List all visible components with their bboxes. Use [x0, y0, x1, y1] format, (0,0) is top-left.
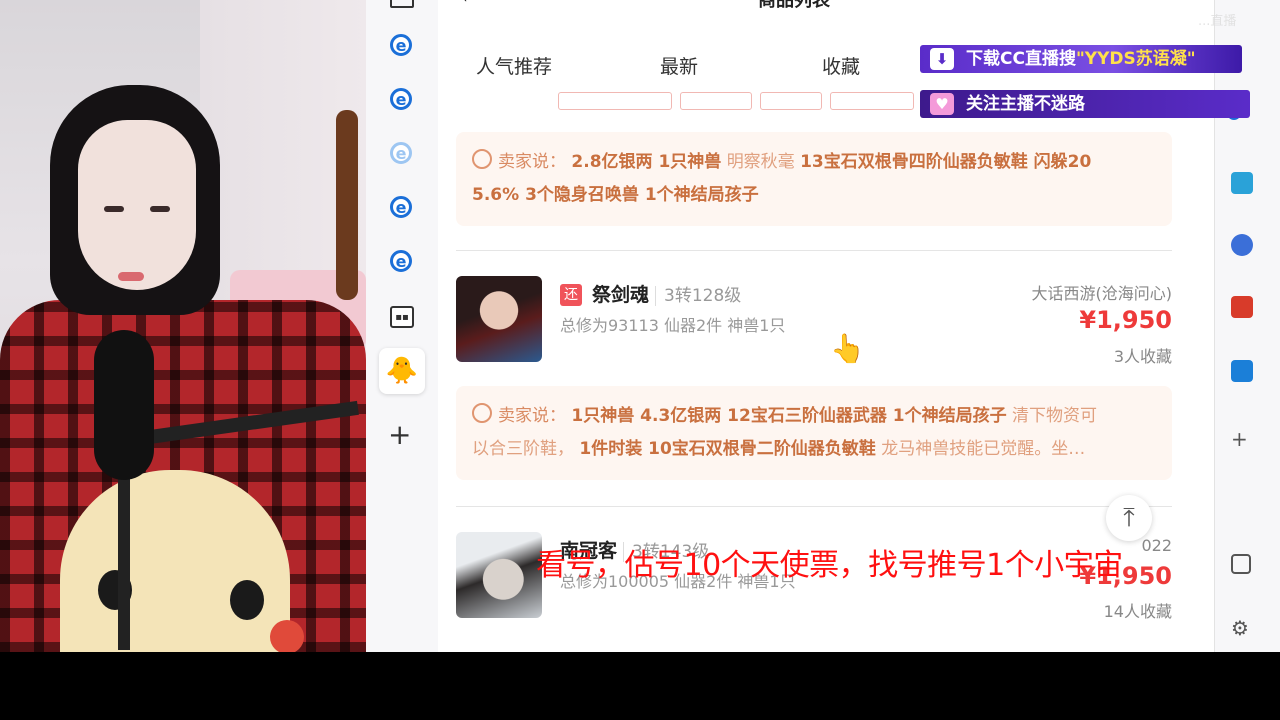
platform-watermark: ...直播 [1198, 14, 1237, 29]
eye [104, 206, 124, 212]
hand-cursor-icon: 👆 [830, 332, 865, 365]
outlook-icon[interactable] [1231, 360, 1253, 382]
microphone [94, 330, 154, 480]
eye [150, 206, 170, 212]
download-icon: ⬇ [930, 48, 954, 70]
item-favorites: 3人收藏 [1113, 347, 1172, 366]
edge-browser-icon[interactable]: e [390, 88, 412, 110]
item-price: ¥1,950 [1079, 306, 1172, 334]
duck-app-icon[interactable]: 🐥 [379, 348, 425, 394]
bottom-bar [0, 652, 1280, 720]
seller-label: 卖家说： [498, 152, 566, 172]
edge-browser-icon[interactable]: e [390, 250, 412, 272]
people-icon[interactable] [1231, 234, 1253, 256]
banner-highlight: "YYDS苏语凝" [1075, 49, 1196, 69]
banner-text: 关注主播不迷路 [966, 94, 1085, 114]
edge-browser-icon[interactable]: e [390, 142, 412, 164]
exit-icon[interactable] [1231, 554, 1251, 574]
seller-text: 明察秋毫 [726, 152, 795, 172]
office-icon[interactable] [1231, 296, 1253, 318]
follow-banner: ♥ 关注主播不迷路 [920, 90, 1250, 118]
seller-note: 卖家说： 1只神兽 4.3亿银两 12宝石三阶仙器武器 1个神结局孩子 清下物资… [456, 386, 1172, 480]
seller-text: 1件时装 10宝石双根骨二阶仙器负敏鞋 [579, 439, 876, 459]
back-to-top-button[interactable]: ⤒ [1106, 495, 1152, 541]
lips [118, 272, 144, 281]
download-banner: ⬇ 下载CC直播搜"YYDS苏语凝" [920, 45, 1242, 73]
guitar [336, 110, 358, 300]
window-icon[interactable] [390, 0, 414, 8]
back-arrow-icon[interactable]: ‹ [460, 0, 468, 8]
chat-icon [472, 403, 492, 423]
item-avatar[interactable] [456, 532, 542, 618]
seller-text: 1只神兽 4.3亿银两 12宝石三阶仙器武器 1个神结局孩子 [571, 406, 1007, 426]
tab-latest[interactable]: 最新 [660, 52, 698, 79]
mic-stand [118, 470, 130, 650]
edge-browser-icon[interactable]: e [390, 196, 412, 218]
seller-text: 以合三阶鞋， [472, 439, 574, 459]
page-title: 商品列表 [758, 0, 830, 11]
return-badge: 还 [560, 284, 582, 306]
divider [456, 506, 1172, 507]
item-level: 3转128级 [655, 286, 742, 306]
streamer-webcam [0, 0, 366, 652]
seller-text: 5.6% 3个隐身召唤兽 1个神结局孩子 [472, 185, 759, 205]
chat-icon [472, 149, 492, 169]
calendar-icon[interactable]: ▪▪ [390, 306, 414, 328]
toolbox-icon[interactable] [1231, 172, 1253, 194]
edge-browser-icon[interactable]: e [390, 34, 412, 56]
seller-note: 卖家说： 2.8亿银两 1只神兽 明察秋毫 13宝石双根骨四阶仙器负敏鞋 闪躲2… [456, 132, 1172, 226]
tab-popular[interactable]: 人气推荐 [476, 52, 552, 79]
seller-text: 2.8亿银两 1只神兽 [571, 152, 722, 172]
seller-text: 龙马神兽技能已觉醒。坐… [881, 439, 1086, 459]
plush-cheek [270, 620, 304, 652]
item-server: 大话西游(沧海问心) [1031, 284, 1173, 303]
face [78, 120, 196, 290]
item-favorites: 14人收藏 [1103, 602, 1172, 621]
seller-text: 13宝石双根骨四阶仙器负敏鞋 闪躲20 [800, 152, 1092, 172]
left-toolbar: e e e e e ▪▪ 🐥 + [366, 0, 439, 652]
tab-favorites[interactable]: 收藏 [822, 52, 860, 79]
item-title[interactable]: 还祭剑魂 3转128级 [560, 280, 742, 307]
settings-gear-icon[interactable]: ⚙ [1231, 616, 1253, 640]
heart-icon: ♥ [930, 93, 954, 115]
stream-subtitle: 看号，估号10个天使票，找号推号1个小宇宙 [536, 548, 1123, 583]
seller-text: 清下物资可 [1012, 406, 1097, 426]
divider [456, 250, 1172, 251]
item-name: 祭剑魂 [592, 284, 650, 306]
item-server: 022 [1141, 536, 1172, 555]
item-stats: 总修为93113 仙器2件 神兽1只 [560, 316, 786, 335]
item-avatar[interactable] [456, 276, 542, 362]
seller-label: 卖家说： [498, 406, 566, 426]
add-icon[interactable]: + [388, 418, 416, 451]
banner-text: 下载CC直播搜 [966, 49, 1076, 69]
plush-eye [230, 580, 264, 620]
add-icon[interactable]: + [1231, 428, 1253, 450]
